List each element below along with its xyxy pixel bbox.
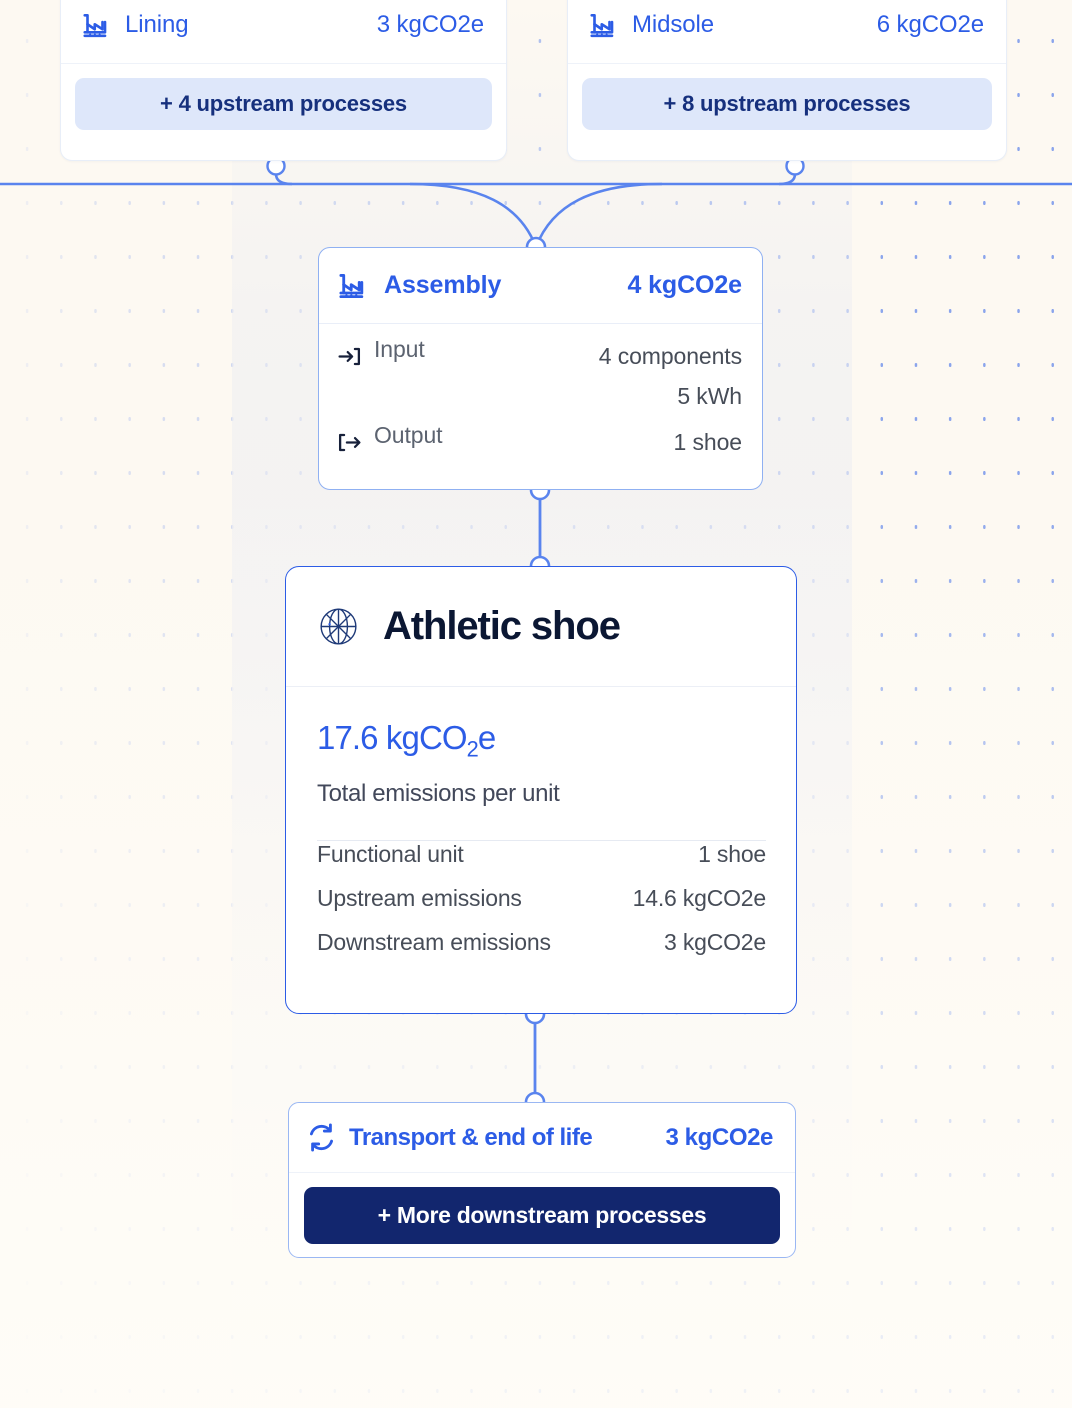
add-upstream-processes-button-midsole[interactable]: + 8 upstream processes — [582, 78, 992, 130]
upstream-card-midsole[interactable]: Midsole 6 kgCO2e + 8 upstream processes — [567, 0, 1007, 161]
upstream-card-midsole-value: 6 kgCO2e — [876, 11, 984, 38]
process-card-transport-value: 3 kgCO2e — [665, 1123, 773, 1151]
assembly-input-value-0: 4 components — [598, 343, 742, 369]
stat-value-downstream-emissions: 3 kgCO2e — [664, 928, 766, 955]
assembly-output-value-0: 1 shoe — [673, 429, 743, 455]
assembly-input-row: Input 4 components 5 kWh — [337, 336, 742, 416]
assembly-output-label: Output — [374, 422, 443, 448]
arrow-into-bracket-icon — [337, 344, 362, 369]
total-emissions-caption: Total emissions per unit — [317, 779, 560, 807]
arrow-out-of-bracket-icon — [337, 430, 362, 455]
upstream-card-midsole-body: + 8 upstream processes — [568, 64, 1006, 146]
factory-icon — [81, 10, 111, 40]
factory-icon — [588, 10, 618, 40]
assembly-input-value-1: 5 kWh — [677, 383, 742, 409]
upstream-card-lining[interactable]: Lining 3 kgCO2e + 4 upstream processes — [60, 0, 507, 161]
upstream-card-lining-title: Lining — [125, 11, 189, 38]
assembly-input-label: Input — [374, 336, 425, 362]
globe-icon — [316, 604, 361, 649]
stat-row-downstream-emissions: Downstream emissions 3 kgCO2e — [317, 929, 766, 973]
assembly-input-values: 4 components 5 kWh — [599, 336, 742, 416]
stat-row-upstream-emissions: Upstream emissions 14.6 kgCO2e — [317, 885, 766, 929]
stat-row-functional-unit: Functional unit 1 shoe — [317, 841, 766, 885]
product-card-athletic-shoe[interactable]: Athletic shoe 17.6 kgCO2e Total emission… — [285, 566, 797, 1014]
product-title: Athletic shoe — [383, 604, 621, 648]
process-card-assembly-header: Assembly 4 kgCO2e — [319, 248, 762, 324]
upstream-card-midsole-header: Midsole 6 kgCO2e — [568, 0, 1006, 64]
upstream-card-midsole-title: Midsole — [632, 11, 714, 38]
process-card-assembly-value: 4 kgCO2e — [627, 271, 742, 299]
stat-label-upstream-emissions: Upstream emissions — [317, 884, 522, 911]
process-card-transport-header: Transport & end of life 3 kgCO2e — [289, 1103, 795, 1173]
process-card-transport-body: + More downstream processes — [289, 1173, 795, 1244]
assembly-output-row: Output 1 shoe — [337, 422, 742, 462]
product-card-header: Athletic shoe — [286, 567, 796, 687]
stat-label-downstream-emissions: Downstream emissions — [317, 928, 551, 955]
more-downstream-processes-button[interactable]: + More downstream processes — [304, 1187, 780, 1244]
total-emissions-value-suffix: e — [477, 719, 496, 756]
assembly-output-values: 1 shoe — [673, 422, 743, 462]
total-emissions-value-subscript: 2 — [466, 736, 479, 762]
assembly-io-list: Input 4 components 5 kWh Output 1 shoe — [319, 324, 762, 462]
process-card-transport-title: Transport & end of life — [349, 1123, 593, 1151]
upstream-card-lining-value: 3 kgCO2e — [376, 11, 484, 38]
add-upstream-processes-button-lining[interactable]: + 4 upstream processes — [75, 78, 492, 130]
process-card-transport-end-of-life[interactable]: Transport & end of life 3 kgCO2e + More … — [288, 1102, 796, 1258]
factory-icon — [337, 270, 368, 301]
stat-label-functional-unit: Functional unit — [317, 840, 464, 867]
process-card-assembly[interactable]: Assembly 4 kgCO2e Input 4 components 5 k… — [318, 247, 763, 490]
flow-canvas: Lining 3 kgCO2e + 4 upstream processes M… — [0, 0, 1072, 1408]
total-emissions-value: 17.6 kgCO2e — [317, 719, 766, 763]
upstream-card-lining-body: + 4 upstream processes — [61, 64, 506, 146]
recycle-refresh-icon — [306, 1122, 337, 1153]
upstream-card-lining-header: Lining 3 kgCO2e — [61, 0, 506, 64]
stat-value-functional-unit: 1 shoe — [698, 840, 766, 867]
process-card-assembly-title: Assembly — [384, 271, 502, 299]
stat-value-upstream-emissions: 14.6 kgCO2e — [632, 884, 767, 911]
product-card-body: 17.6 kgCO2e Total emissions per unit Fun… — [286, 687, 796, 973]
total-emissions-value-prefix: 17.6 kgCO — [317, 719, 468, 756]
